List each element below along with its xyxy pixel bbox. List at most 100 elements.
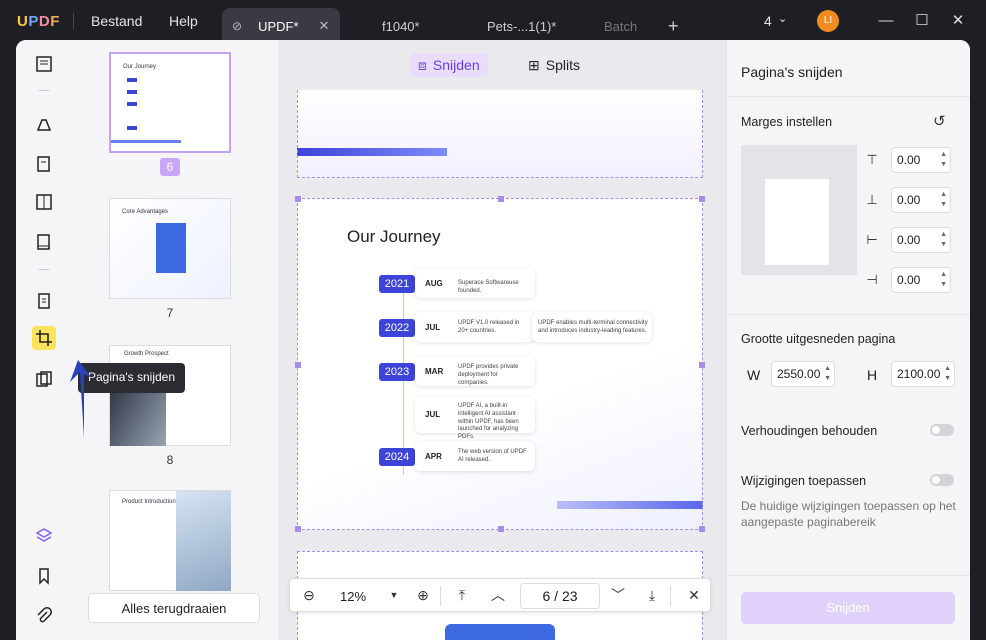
title-bar: UPDF Bestand Help ⊘ UPDF* ✕ f1040* Pets-… [0, 0, 986, 44]
width-value: 2550.00 [777, 367, 821, 381]
previous-page-icon[interactable]: ︿ [490, 587, 506, 603]
revert-all-button[interactable]: Alles terugdraaien [88, 593, 260, 623]
reset-icon[interactable]: ↺ [933, 112, 946, 130]
zoom-level[interactable]: 12% [340, 589, 366, 604]
thumbnail-page-6[interactable]: Our Journey [109, 52, 231, 153]
thumb-mark [127, 126, 137, 130]
thumbnail-title: Core Advantages [122, 209, 169, 215]
crop-apply-button[interactable]: Snijden [741, 592, 955, 624]
thumb-image [176, 491, 231, 591]
margin-bottom-icon: ⊥ [866, 192, 878, 207]
edit-icon[interactable] [32, 152, 56, 176]
crop-handle[interactable] [498, 196, 504, 202]
crop-handle[interactable] [295, 196, 301, 202]
compress-icon[interactable] [32, 367, 56, 391]
split-mode-label: Splits [545, 57, 580, 73]
crop-handle[interactable] [699, 362, 705, 368]
thumb-mark [127, 102, 137, 106]
maximize-icon[interactable]: ☐ [910, 10, 934, 32]
tab-updf[interactable]: ⊘ UPDF* ✕ [222, 8, 340, 44]
split-mode-button[interactable]: ⊞ Splits [520, 53, 588, 77]
current-page: 6 [542, 588, 551, 604]
page-count-badge[interactable]: 4 [764, 13, 772, 29]
close-bar-icon[interactable]: ✕ [686, 587, 702, 603]
size-label: Grootte uitgesneden pagina [741, 332, 896, 346]
chevron-down-icon[interactable]: ⌄ [778, 12, 787, 25]
title-divider [73, 13, 74, 29]
crop-preview [741, 145, 857, 275]
add-tab-button[interactable]: + [668, 8, 679, 44]
thumbnail-title: Our Journey [123, 64, 157, 70]
margin-right-input[interactable]: 0.00 ▲ ▼ [891, 267, 951, 293]
tab-f1040[interactable]: f1040* [382, 8, 420, 44]
bar-divider [670, 586, 671, 606]
keep-ratio-toggle[interactable] [930, 424, 954, 436]
apply-changes-toggle[interactable] [930, 474, 954, 486]
stepper-icon[interactable]: ▲ ▼ [824, 364, 831, 384]
thumbnail-page-9[interactable]: Product Introduction [109, 490, 231, 591]
document-icon: ⊘ [232, 19, 243, 33]
stepper-icon[interactable]: ▲ ▼ [940, 190, 947, 210]
page-number-6: 6 [160, 158, 180, 176]
thumb-stripe [111, 140, 181, 143]
last-page-icon[interactable]: ⤓ [644, 587, 660, 603]
avatar[interactable]: LI [817, 10, 839, 32]
margin-bottom-input[interactable]: 0.00 ▲ ▼ [891, 187, 951, 213]
crop-handle[interactable] [699, 526, 705, 532]
next-page-icon[interactable]: ﹀ [610, 587, 626, 603]
crop-pages-icon[interactable] [32, 326, 56, 350]
page-input[interactable]: 6 / 23 [520, 583, 600, 609]
panel-title: Pagina's snijden [741, 64, 843, 80]
first-page-icon[interactable]: ⤒ [454, 587, 470, 603]
zoom-dropdown-icon[interactable]: ▼ [386, 587, 402, 603]
zoom-in-icon[interactable]: ⊕ [415, 587, 431, 603]
updf-logo: UPDF [17, 13, 60, 30]
reader-icon[interactable] [32, 52, 56, 76]
crop-handle[interactable] [699, 196, 705, 202]
highlight-icon[interactable] [32, 112, 56, 136]
crop-box-previous[interactable] [297, 90, 703, 178]
sign-icon[interactable] [32, 230, 56, 254]
bar-divider [440, 586, 441, 606]
crop-handle[interactable] [295, 526, 301, 532]
width-label: W [747, 367, 761, 383]
margin-left-icon: ⊢ [866, 232, 878, 247]
attachment-icon[interactable] [32, 604, 56, 628]
bookmark-icon[interactable] [32, 564, 56, 588]
menu-bestand[interactable]: Bestand [91, 13, 142, 29]
margin-right-icon: ⊣ [866, 272, 878, 287]
margin-top-input[interactable]: 0.00 ▲ ▼ [891, 147, 951, 173]
stepper-icon[interactable]: ▲ ▼ [944, 364, 951, 384]
panel-divider [727, 96, 970, 97]
zoom-out-icon[interactable]: ⊖ [301, 587, 317, 603]
crop-box[interactable] [295, 196, 705, 532]
height-value: 2100.00 [897, 367, 941, 381]
organize-pages-icon[interactable] [32, 289, 56, 313]
crop-handle[interactable] [295, 362, 301, 368]
tab-batch[interactable]: Batch [604, 8, 637, 44]
stepper-icon[interactable]: ▲ ▼ [940, 230, 947, 250]
margin-left-input[interactable]: 0.00 ▲ ▼ [891, 227, 951, 253]
margins-label: Marges instellen [741, 115, 833, 129]
layers-icon[interactable] [32, 524, 56, 548]
menu-help[interactable]: Help [169, 13, 198, 29]
width-input[interactable]: 2550.00 ▲ ▼ [771, 361, 835, 387]
arrow-annotation [70, 360, 92, 438]
thumbnail-title: Growth Prospect [124, 351, 169, 357]
page-separator: / [554, 588, 559, 604]
thumbnail-page-7[interactable]: Core Advantages [109, 198, 231, 299]
thumbnail-title: Product Introduction [122, 499, 176, 505]
stepper-icon[interactable]: ▲ ▼ [940, 270, 947, 290]
crop-mode-button[interactable]: ⧈ Snijden [410, 53, 488, 77]
close-window-icon[interactable]: ✕ [946, 10, 970, 32]
keep-ratio-label: Verhoudingen behouden [741, 424, 878, 438]
minimize-icon[interactable]: — [874, 10, 898, 32]
crop-handle[interactable] [498, 526, 504, 532]
close-tab-icon[interactable]: ✕ [319, 18, 330, 34]
height-input[interactable]: 2100.00 ▲ ▼ [891, 361, 955, 387]
form-icon[interactable] [32, 190, 56, 214]
tab-pets[interactable]: Pets-...1(1)* [487, 8, 556, 44]
thumbnail-page-8[interactable]: Growth Prospect [109, 345, 231, 446]
stepper-icon[interactable]: ▲ ▼ [940, 150, 947, 170]
thumbnail-panel: Our Journey 6 Core Advantages 7 Growth P… [72, 40, 278, 640]
